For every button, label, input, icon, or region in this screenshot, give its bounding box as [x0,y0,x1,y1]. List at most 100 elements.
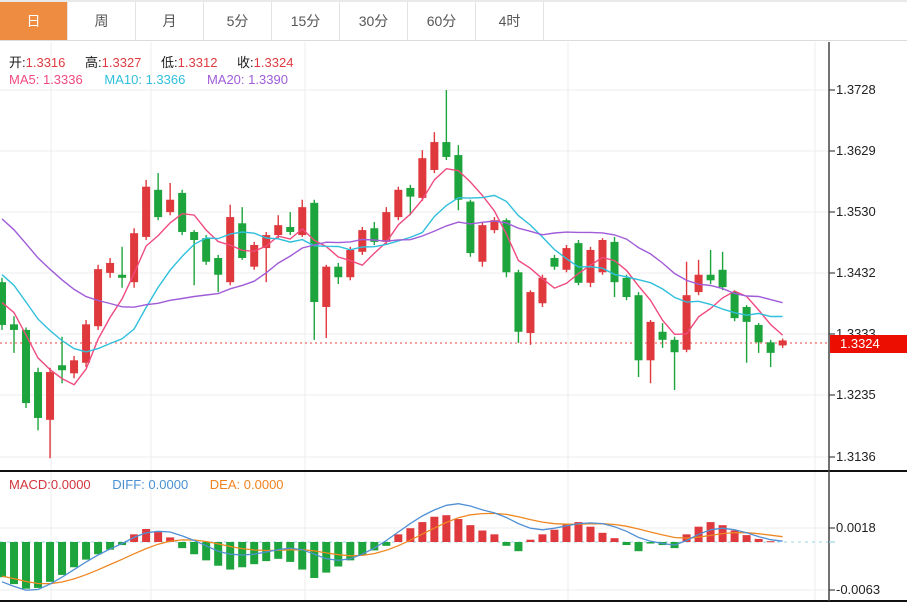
candle-body [250,245,258,267]
macd-info-row: MACD:0.0000 DIFF: 0.0000 DEA: 0.0000 [9,477,302,492]
macd-bar [611,538,619,542]
macd-bar [178,542,186,548]
macd-bar [310,542,318,578]
candle-body [779,340,787,345]
macd-bar [454,519,462,542]
macd-bar [743,535,751,542]
candle-body [82,324,90,362]
price-axis-label: 1.3235 [836,387,876,402]
macd-axis-label: 0.0018 [836,520,876,535]
candle-body [671,340,679,352]
ohlc-open: 开:1.3316 [9,55,65,70]
ma20-value: MA20: 1.3390 [207,72,288,87]
tab-30min[interactable]: 30分 [340,2,408,40]
candle-body [202,238,210,262]
candle-body [106,263,114,273]
diff-line [2,504,783,591]
candle-body [418,158,426,198]
candle-body [466,202,474,253]
macd-bar [755,539,763,542]
candle-body [767,342,775,353]
candle-body [683,295,691,350]
ma10-line [2,195,783,352]
candle-body [719,270,727,287]
candle-body [214,258,222,275]
tab-60min[interactable]: 60分 [408,2,476,40]
candle-body [58,365,66,370]
candle-body [659,332,667,340]
tab-4hour[interactable]: 4时 [476,2,544,40]
diff-value: DIFF: 0.0000 [112,477,188,492]
candle-body [226,217,234,282]
candle-body [274,225,282,235]
candle-body [647,322,655,360]
ma20-line [2,219,783,307]
candle-body [286,227,294,232]
candle-body [755,325,763,342]
macd-bar [502,542,510,546]
tab-15min[interactable]: 15分 [272,2,340,40]
candle-body [166,200,174,212]
tab-week[interactable]: 周 [68,2,136,40]
ohlc-info-row: 开:1.3316 高:1.3327 低:1.3312 收:1.3324 [9,52,309,71]
macd-bar [623,542,631,545]
candle-body [707,275,715,281]
macd-bar [46,542,54,582]
macd-bar [514,542,522,551]
candle-body [178,193,186,232]
tab-5min[interactable]: 5分 [204,2,272,40]
macd-bar [190,542,198,554]
candle-body [46,372,54,420]
macd-bar [442,515,450,542]
macd-bar [599,533,607,542]
ohlc-low: 低:1.3312 [161,55,217,70]
macd-bar [490,534,498,542]
macd-bar [286,542,294,562]
price-axis-label: 1.3432 [836,265,876,280]
tab-day[interactable]: 日 [0,2,68,40]
macd-bar [586,527,594,542]
macd-bar [0,542,6,577]
tab-month[interactable]: 月 [136,2,204,40]
candle-body [478,225,486,262]
candle-body [238,223,246,258]
candle-body [190,232,198,240]
candle-body [394,190,402,217]
candle-body [322,267,330,307]
candle-body [142,187,150,237]
candle-body [10,324,18,330]
candle-body [70,360,78,373]
macd-bar [82,542,90,560]
candle-body [574,243,582,283]
macd-bar [298,542,306,570]
dea-value: DEA: 0.0000 [210,477,284,492]
macd-bar [550,530,558,542]
candle-body [454,155,462,200]
candle-body [623,278,631,297]
candle-body [731,292,739,318]
candle-body [310,203,318,302]
macd-bar [58,542,66,575]
last-price-tag: 1.3324 [830,335,907,353]
candle-body [550,258,558,267]
trading-chart-app: 日周月5分15分30分60分4时 开:1.3316 高:1.3327 低:1.3… [0,0,907,604]
macd-axis-label: -0.0063 [836,582,880,597]
candle-body [358,230,366,252]
macd-bar [574,522,582,542]
ma-info-row: MA5: 1.3336 MA10: 1.3366 MA20: 1.3390 [9,72,306,87]
candle-body [635,295,643,360]
macd-bar [466,525,474,542]
ma5-value: MA5: 1.3336 [9,72,83,87]
timeframe-tabs: 日周月5分15分30分60分4时 [0,0,907,41]
macd-bar [70,542,78,567]
macd-value: MACD:0.0000 [9,477,91,492]
macd-bar [767,541,775,542]
candle-body [34,372,42,418]
price-axis-label: 1.3629 [836,143,876,158]
macd-bar [394,534,402,542]
macd-bar [214,542,222,566]
ohlc-high: 高:1.3327 [85,55,141,70]
candle-body [442,142,450,157]
chart-canvas[interactable] [0,0,907,604]
candle-body [514,272,522,332]
